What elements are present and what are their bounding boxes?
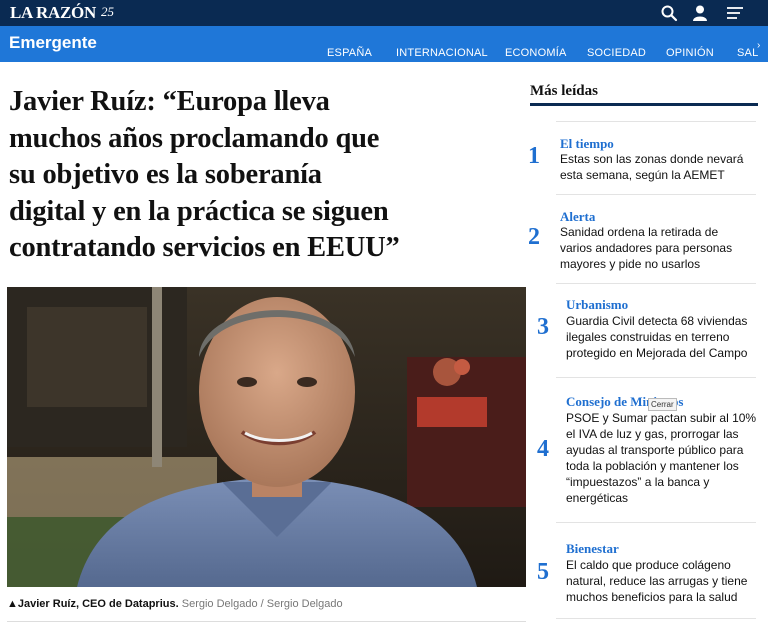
title-line: varios andadores para personas — [560, 241, 733, 255]
headline-line: digital y en la práctica se siguen — [9, 195, 389, 227]
menu-icon[interactable] — [726, 4, 744, 22]
title-line: ayudas al transporte público para — [566, 443, 744, 457]
headline-line: contratando servicios en EEUU” — [9, 232, 400, 263]
most-read-title: Más leídas — [530, 83, 598, 99]
chevron-right-icon[interactable]: › — [757, 40, 760, 51]
rank-number: 1 — [528, 143, 540, 169]
anniversary-badge: 25 — [101, 4, 114, 19]
rank-number: 4 — [537, 436, 549, 462]
item-title[interactable]: Sanidad ordena la retirada de varios and… — [560, 224, 756, 272]
divider — [556, 194, 756, 195]
divider — [556, 283, 756, 284]
title-line: esta semana, según la AEMET — [560, 168, 725, 182]
divider — [7, 621, 526, 622]
close-tooltip[interactable]: Cerrar — [648, 398, 677, 411]
divider — [556, 377, 756, 378]
article-photo[interactable] — [7, 287, 526, 587]
title-line: Estas son las zonas donde nevará — [560, 152, 744, 166]
divider — [556, 618, 756, 619]
title-line: Sanidad ordena la retirada de — [560, 225, 719, 239]
rank-number: 3 — [537, 314, 549, 340]
search-icon[interactable] — [660, 4, 678, 22]
article-headline: Javier Ruíz: “Europa lleva muchos años p… — [9, 84, 514, 267]
title-line: toda la población y mantener los — [566, 459, 739, 473]
headline-line: Javier Ruíz: “Europa lleva — [9, 86, 330, 117]
divider — [556, 522, 756, 523]
title-line: “impuestazos” a la banca y — [566, 475, 710, 489]
title-line: muchos beneficios para la salud — [566, 590, 738, 604]
caption-credit: Sergio Delgado — [266, 598, 343, 610]
item-category[interactable]: Urbanismo — [566, 297, 628, 313]
section-title[interactable]: Emergente — [9, 33, 97, 53]
item-title[interactable]: PSOE y Sumar pactan subir al 10% el IVA … — [566, 410, 758, 506]
caption-credit: Sergio Delgado — [181, 598, 258, 610]
title-line: Guardia Civil detecta 68 viviendas — [566, 314, 748, 328]
item-title[interactable]: El caldo que produce colágeno natural, r… — [566, 557, 758, 605]
item-category[interactable]: Bienestar — [566, 541, 619, 557]
title-line: PSOE y Sumar pactan subir al 10% — [566, 411, 757, 425]
nav-item-salud[interactable]: SAL — [737, 47, 758, 59]
caption-name: Javier Ruíz, CEO de Dataprius. — [17, 598, 179, 610]
item-title[interactable]: Guardia Civil detecta 68 viviendas ilega… — [566, 313, 758, 361]
title-line: energéticas — [566, 491, 629, 505]
title-line: mayores y pide no usarlos — [560, 257, 701, 271]
nav-item-opinion[interactable]: OPINIÓN — [666, 47, 714, 59]
title-line: natural, reduce las arrugas y tiene — [566, 574, 748, 588]
user-icon[interactable] — [691, 4, 709, 22]
headline-line: muchos años proclamando que — [9, 122, 380, 154]
site-logo[interactable]: LA RAZÓN — [10, 3, 96, 23]
divider — [530, 103, 758, 106]
item-title[interactable]: Estas son las zonas donde nevará esta se… — [560, 151, 756, 183]
rank-number: 5 — [537, 559, 549, 585]
nav-item-espana[interactable]: ESPAÑA — [327, 47, 372, 59]
rank-number: 2 — [528, 224, 540, 250]
divider — [556, 121, 756, 122]
photo-caption: ▲Javier Ruíz, CEO de Dataprius. Sergio D… — [7, 598, 343, 610]
caption-arrow-icon: ▲ — [7, 598, 18, 610]
title-line: El caldo que produce colágeno — [566, 558, 731, 572]
nav-item-economia[interactable]: ECONOMÍA — [505, 47, 567, 59]
nav-item-sociedad[interactable]: SOCIEDAD — [587, 47, 646, 59]
title-line: protegido en Mejorada del Campo — [566, 346, 748, 360]
title-line: el IVA de luz y gas, prorrogar las — [566, 427, 739, 441]
nav-item-internacional[interactable]: INTERNACIONAL — [396, 47, 488, 59]
caption-separator: / — [260, 598, 264, 610]
section-bar: Emergente ESPAÑA INTERNACIONAL ECONOMÍA … — [0, 26, 768, 62]
item-category[interactable]: El tiempo — [560, 136, 614, 152]
title-line: ilegales construidas en terreno — [566, 330, 730, 344]
item-category[interactable]: Alerta — [560, 209, 595, 225]
headline-line: su objetivo es la soberanía — [9, 159, 322, 190]
top-bar: LA RAZÓN 25 — [0, 0, 768, 26]
